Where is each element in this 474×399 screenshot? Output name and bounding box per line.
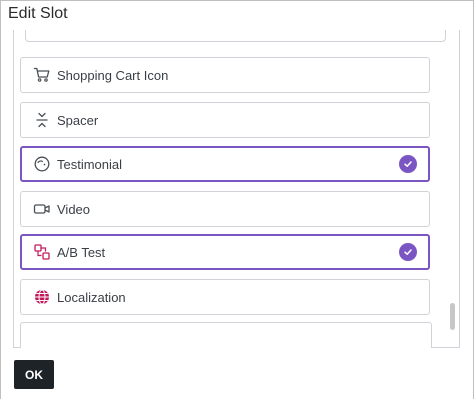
edit-slot-dialog: Edit Slot Shopping Cart Icon Spacer Test… bbox=[0, 0, 474, 399]
slot-item-shopping-cart-icon[interactable]: Shopping Cart Icon bbox=[20, 57, 430, 93]
testimonial-icon bbox=[33, 155, 51, 173]
scrollbar-thumb[interactable] bbox=[450, 303, 455, 330]
slot-item-label: A/B Test bbox=[57, 244, 106, 260]
check-icon bbox=[399, 155, 417, 173]
slot-item-testimonial[interactable]: Testimonial bbox=[20, 146, 430, 182]
slot-item-label: Localization bbox=[57, 289, 126, 305]
slot-item-label: Spacer bbox=[57, 112, 99, 128]
slot-item-label: Testimonial bbox=[57, 156, 123, 172]
ab-test-icon bbox=[33, 243, 51, 261]
check-icon bbox=[399, 243, 417, 261]
slot-item-ab-test[interactable]: A/B Test bbox=[20, 234, 430, 270]
globe-icon bbox=[33, 288, 51, 306]
slot-item-spacer[interactable]: Spacer bbox=[20, 102, 430, 138]
dialog-footer: OK bbox=[1, 348, 473, 399]
slot-item-label: Video bbox=[57, 201, 91, 217]
slot-item-label: Shopping Cart Icon bbox=[57, 67, 169, 83]
dialog-title: Edit Slot bbox=[8, 5, 68, 22]
slot-item-video[interactable]: Video bbox=[20, 191, 430, 227]
spacer-icon bbox=[33, 111, 51, 129]
slot-item-localization[interactable]: Localization bbox=[20, 279, 430, 315]
shopping-cart-icon bbox=[33, 66, 51, 84]
video-icon bbox=[33, 200, 51, 218]
list-item-partial-top[interactable] bbox=[25, 30, 446, 42]
ok-button[interactable]: OK bbox=[14, 360, 54, 389]
